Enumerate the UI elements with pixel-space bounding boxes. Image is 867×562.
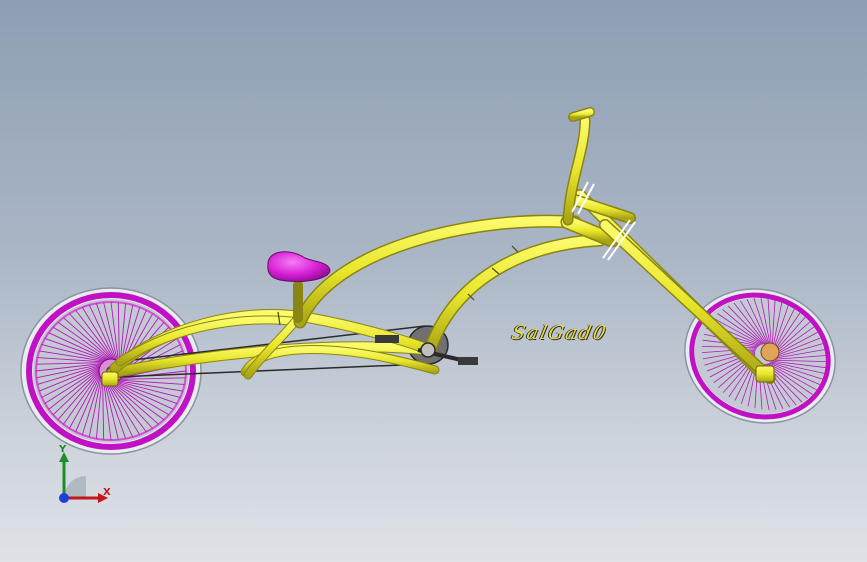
front-wheel — [684, 288, 836, 424]
z-axis-dot — [59, 493, 69, 503]
frame — [106, 107, 776, 384]
coordinate-triad-icon — [59, 452, 108, 503]
seat — [267, 251, 331, 283]
axis-y-label: Y — [59, 444, 67, 455]
coordinate-triad[interactable]: Y X — [40, 440, 120, 510]
axis-x-label: X — [103, 487, 111, 498]
cad-graphics-viewport[interactable]: SalGad0 Y X — [0, 0, 867, 562]
chopper-bicycle-model[interactable] — [0, 0, 867, 562]
signature-text: SalGad0 — [509, 322, 610, 344]
front-hub — [760, 342, 780, 362]
